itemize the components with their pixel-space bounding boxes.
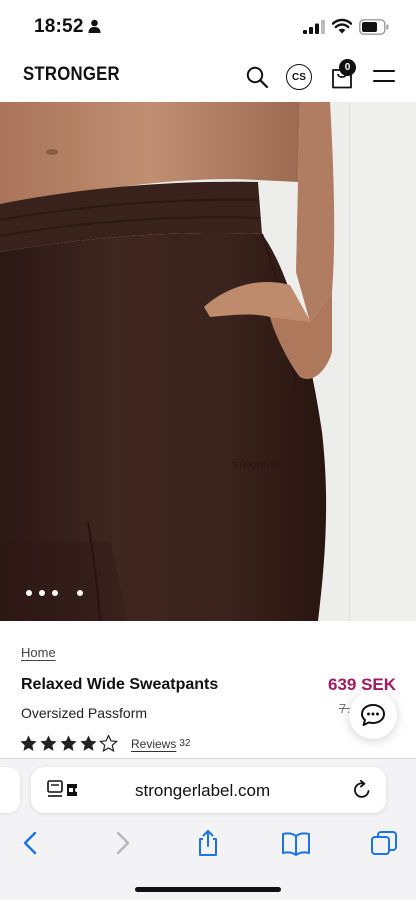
share-icon[interactable] [193,829,223,857]
reviews-count: 32 [179,738,191,749]
svg-text:STRONGER: STRONGER [232,460,284,470]
reviews-link[interactable]: Reviews 32 [131,737,190,751]
next-slide-peek[interactable] [349,102,416,621]
product-fit: Oversized Passform [21,705,148,721]
star-rating [20,735,118,752]
reviews-label[interactable]: Reviews [131,737,176,751]
status-time: 18:52 [34,16,84,37]
gallery-pagination [26,590,83,596]
home-indicator[interactable] [135,887,281,892]
pagination-dot[interactable] [52,590,58,596]
product-gallery[interactable]: STRONGER [0,102,416,621]
product-price: 639 SEK [328,675,397,694]
url-text[interactable]: strongerlabel.com [135,781,270,801]
address-bar[interactable]: strongerlabel.com [31,767,386,813]
reload-icon[interactable] [352,780,372,800]
currency-button[interactable]: CS [286,64,312,90]
half-star-icon [99,735,118,752]
star-icon [60,735,77,751]
pagination-dot[interactable] [77,590,83,596]
forward-icon[interactable] [106,829,136,857]
star-icon [80,735,97,751]
reader-mode-icon[interactable] [47,780,81,800]
tabs-icon[interactable] [369,829,399,857]
site-header: STRONGER CS 0 [0,52,416,102]
person-icon [88,19,101,33]
bookmarks-icon[interactable] [281,829,311,857]
back-icon[interactable] [17,829,47,857]
chat-bubble-icon [361,704,385,726]
pagination-dot[interactable] [26,590,32,596]
star-icon [20,735,37,751]
product-title: Relaxed Wide Sweatpants [21,676,219,693]
product-photo: STRONGER [0,102,347,621]
cellular-signal-icon [303,20,325,34]
pagination-dot[interactable] [39,590,45,596]
breadcrumb-home[interactable]: Home [21,645,56,660]
menu-icon[interactable] [373,68,395,84]
brand-logo[interactable]: STRONGER [23,64,120,86]
chat-button[interactable] [349,691,397,739]
browser-toolbar: strongerlabel.com [0,758,416,900]
status-bar: 18:52 [0,0,416,52]
search-icon[interactable] [245,65,269,89]
wifi-icon [332,18,352,34]
battery-icon [359,19,389,35]
previous-tab-peek[interactable] [0,767,20,813]
cart-count-badge: 0 [339,59,356,76]
star-icon [40,735,57,751]
